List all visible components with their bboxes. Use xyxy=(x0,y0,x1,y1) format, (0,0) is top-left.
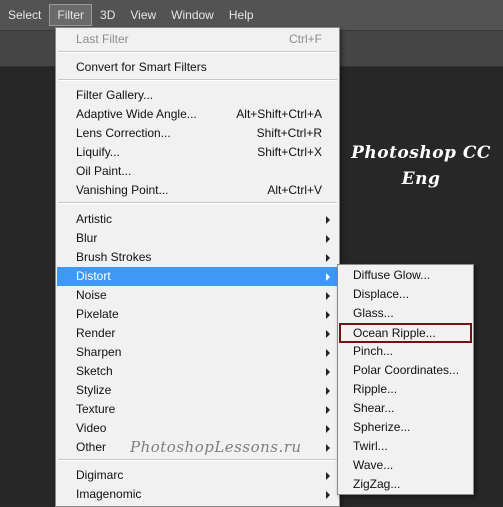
menu-item-shortcut: Ctrl+F xyxy=(289,32,322,46)
menu-item-digimarc[interactable]: Digimarc xyxy=(57,466,338,485)
submenu-arrow-icon xyxy=(326,292,330,300)
menu-item-label: Vanishing Point... xyxy=(76,183,169,197)
menu-item-label: Filter Gallery... xyxy=(76,88,154,102)
submenu-item-twirl[interactable]: Twirl... xyxy=(339,437,472,456)
submenu-arrow-icon xyxy=(326,311,330,319)
menu-item-render[interactable]: Render xyxy=(57,324,338,343)
menu-filter[interactable]: Filter xyxy=(49,4,93,26)
menu-item-video[interactable]: Video xyxy=(57,419,338,438)
menu-item-label: Stylize xyxy=(76,383,112,397)
submenu-item-zigzag[interactable]: ZigZag... xyxy=(339,475,472,494)
menu-item-label: Noise xyxy=(76,288,107,302)
menu-item-label: Convert for Smart Filters xyxy=(76,60,207,74)
submenu-item-ocean-ripple[interactable]: Ocean Ripple... xyxy=(339,323,472,343)
menu-item-vanishing-point[interactable]: Vanishing Point... Alt+Ctrl+V xyxy=(57,181,338,200)
menu-item-label: Other xyxy=(76,440,107,454)
menu-item-label: Render xyxy=(76,326,116,340)
menu-item-shortcut: Alt+Shift+Ctrl+A xyxy=(236,107,322,121)
watermark: PhotoshopLessons.ru xyxy=(130,438,302,456)
submenu-item-ripple[interactable]: Ripple... xyxy=(339,380,472,399)
menu-item-noise[interactable]: Noise xyxy=(57,286,338,305)
menu-item-lens-correction[interactable]: Lens Correction... Shift+Ctrl+R xyxy=(57,124,338,143)
filter-menu: Last Filter Ctrl+F Convert for Smart Fil… xyxy=(55,27,340,507)
menu-item-distort[interactable]: Distort xyxy=(57,267,338,286)
submenu-item-wave[interactable]: Wave... xyxy=(339,456,472,475)
submenu-item-diffuse-glow[interactable]: Diffuse Glow... xyxy=(339,266,472,285)
canvas-title-line2: Eng xyxy=(401,169,441,189)
menu-item-label: Brush Strokes xyxy=(76,250,152,264)
menu-item-label: Liquify... xyxy=(76,145,120,159)
submenu-arrow-icon xyxy=(326,349,330,357)
menu-item-shortcut: Alt+Ctrl+V xyxy=(267,183,322,197)
submenu-arrow-icon xyxy=(326,425,330,433)
menu-item-filter-gallery[interactable]: Filter Gallery... xyxy=(57,86,338,105)
menu-item-shortcut: Shift+Ctrl+R xyxy=(256,126,322,140)
menu-item-label: Adaptive Wide Angle... xyxy=(76,107,197,121)
menu-item-label: Texture xyxy=(76,402,116,416)
submenu-item-spherize[interactable]: Spherize... xyxy=(339,418,472,437)
menu-separator xyxy=(58,51,337,53)
canvas-title: Photoshop CC Eng xyxy=(346,140,496,192)
menu-item-convert-smart-filters[interactable]: Convert for Smart Filters xyxy=(57,58,338,77)
menu-window[interactable]: Window xyxy=(164,4,221,26)
menu-item-label: Distort xyxy=(76,269,111,283)
menu-item-label: Sharpen xyxy=(76,345,122,359)
menu-help[interactable]: Help xyxy=(222,4,261,26)
menu-item-blur[interactable]: Blur xyxy=(57,229,338,248)
menu-item-texture[interactable]: Texture xyxy=(57,400,338,419)
submenu-arrow-icon xyxy=(326,235,330,243)
distort-submenu: Diffuse Glow... Displace... Glass... Oce… xyxy=(337,264,474,495)
submenu-arrow-icon xyxy=(326,406,330,414)
submenu-arrow-icon xyxy=(326,216,330,224)
menu-view[interactable]: View xyxy=(123,4,163,26)
submenu-arrow-icon xyxy=(326,254,330,262)
menu-item-sketch[interactable]: Sketch xyxy=(57,362,338,381)
submenu-arrow-icon xyxy=(326,472,330,480)
menu-item-label: Oil Paint... xyxy=(76,164,132,178)
menu-item-label: Sketch xyxy=(76,364,113,378)
submenu-arrow-icon xyxy=(326,273,330,281)
menu-item-artistic[interactable]: Artistic xyxy=(57,210,338,229)
submenu-item-polar-coordinates[interactable]: Polar Coordinates... xyxy=(339,361,472,380)
submenu-item-pinch[interactable]: Pinch... xyxy=(339,342,472,361)
menu-item-adaptive-wide-angle[interactable]: Adaptive Wide Angle... Alt+Shift+Ctrl+A xyxy=(57,105,338,124)
menu-item-liquify[interactable]: Liquify... Shift+Ctrl+X xyxy=(57,143,338,162)
menu-item-pixelate[interactable]: Pixelate xyxy=(57,305,338,324)
submenu-arrow-icon xyxy=(326,491,330,499)
submenu-item-shear[interactable]: Shear... xyxy=(339,399,472,418)
menu-select[interactable]: Select xyxy=(1,4,48,26)
menu-item-last-filter: Last Filter Ctrl+F xyxy=(57,30,338,49)
submenu-arrow-icon xyxy=(326,330,330,338)
menu-item-sharpen[interactable]: Sharpen xyxy=(57,343,338,362)
menu-item-brush-strokes[interactable]: Brush Strokes xyxy=(57,248,338,267)
submenu-item-displace[interactable]: Displace... xyxy=(339,285,472,304)
menu-item-label: Lens Correction... xyxy=(76,126,171,140)
submenu-arrow-icon xyxy=(326,387,330,395)
menu-item-label: Artistic xyxy=(76,212,112,226)
menu-item-label: Blur xyxy=(76,231,98,245)
menu-separator xyxy=(58,459,337,461)
menu-item-label: Digimarc xyxy=(76,468,124,482)
menu-item-stylize[interactable]: Stylize xyxy=(57,381,338,400)
menu-separator xyxy=(58,79,337,81)
menu-item-imagenomic[interactable]: Imagenomic xyxy=(57,485,338,504)
menu-item-label: Imagenomic xyxy=(76,487,142,501)
menu-item-label: Last Filter xyxy=(76,32,129,46)
menu-separator xyxy=(58,202,337,204)
menu-item-label: Video xyxy=(76,421,107,435)
menu-item-label: Pixelate xyxy=(76,307,119,321)
submenu-item-glass[interactable]: Glass... xyxy=(339,304,472,323)
canvas-title-line1: Photoshop CC xyxy=(351,143,491,163)
menu-item-oil-paint[interactable]: Oil Paint... xyxy=(57,162,338,181)
menu-item-shortcut: Shift+Ctrl+X xyxy=(257,145,322,159)
menu-3d[interactable]: 3D xyxy=(93,4,122,26)
submenu-arrow-icon xyxy=(326,444,330,452)
submenu-arrow-icon xyxy=(326,368,330,376)
